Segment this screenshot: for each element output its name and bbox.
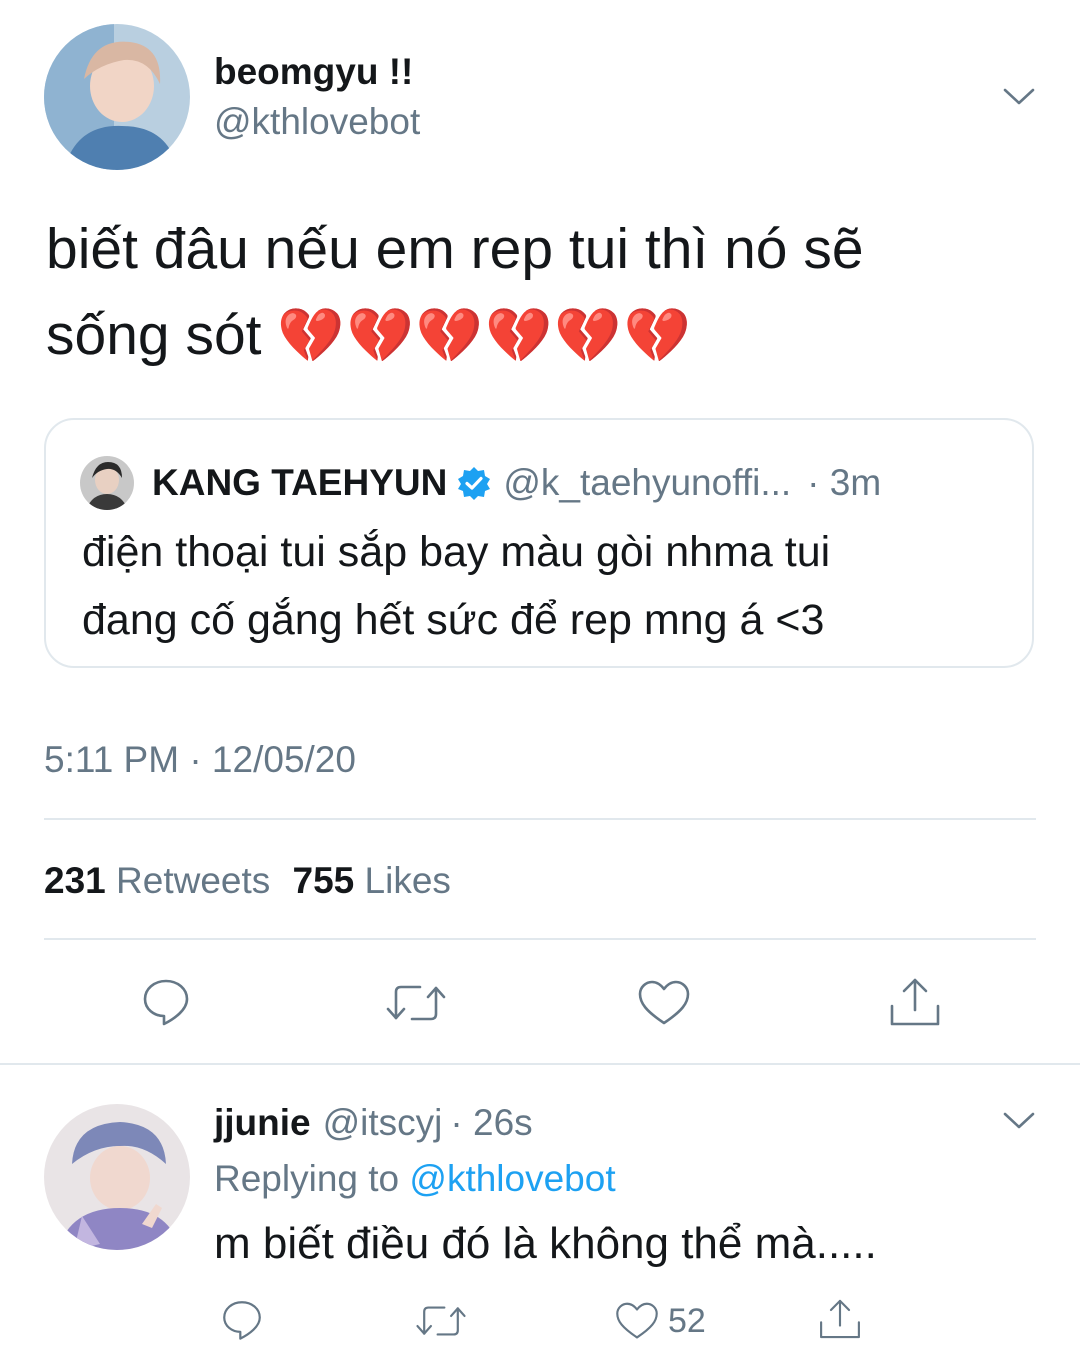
reply-time: · 26s [450, 1102, 533, 1143]
divider [44, 818, 1036, 820]
replying-to-label: Replying to [214, 1158, 400, 1199]
author-avatar[interactable] [44, 24, 190, 170]
comment-icon [143, 979, 189, 1026]
quoted-handle: @k_taehyunoffi... [503, 462, 792, 503]
share-icon [820, 1299, 860, 1339]
tweet-text-line-2-wrap: sống sót 💔💔💔💔💔💔 [46, 300, 693, 371]
reply-header: jjunie @itscyj · 26s [214, 1098, 533, 1148]
quoted-text-line-2: đang cố gắng hết sức để rep mng á <3 [82, 596, 825, 644]
retweets-label: Retweets [116, 860, 271, 901]
divider [0, 1063, 1080, 1065]
retweet-icon [416, 1306, 466, 1336]
likes-count: 755 [292, 860, 355, 901]
engagement-stats: 231 Retweets 755 Likes [44, 856, 451, 906]
likes-label: Likes [364, 860, 451, 901]
replying-to-handle-link[interactable]: @kthlovebot [409, 1158, 615, 1199]
author-display-name[interactable]: beomgyu !! [214, 50, 413, 94]
tweet-menu-chevron-down-icon[interactable] [1000, 82, 1038, 110]
reply-menu-chevron-down-icon[interactable] [1000, 1106, 1038, 1134]
like-button[interactable] [636, 978, 692, 1028]
retweets-stat[interactable]: 231 Retweets [44, 860, 281, 901]
reply-button[interactable] [140, 976, 192, 1028]
heart-icon [638, 980, 690, 1025]
reply-text: m biết điều đó là không thể mà..... [214, 1219, 877, 1268]
heart-icon [616, 1302, 658, 1339]
share-button[interactable] [886, 974, 944, 1030]
tweet-text-line-1: biết đâu nếu em rep tui thì nó sẽ [46, 217, 864, 281]
retweet-icon [386, 985, 446, 1021]
quoted-header: KANG TAEHYUN @k_taehyunoffi... · 3m [152, 458, 881, 508]
retweets-count: 231 [44, 860, 106, 901]
reply-display-name[interactable]: jjunie [214, 1102, 311, 1144]
tweet-text-line-2: sống sót [46, 303, 262, 367]
quoted-time: · 3m [807, 462, 882, 503]
reply-retweet-button[interactable] [414, 1300, 468, 1342]
likes-stat[interactable]: 755 Likes [293, 860, 451, 901]
quoted-display-name: KANG TAEHYUN [152, 462, 448, 503]
reply-like-button[interactable]: 52 [614, 1300, 706, 1342]
author-handle[interactable]: @kthlovebot [214, 100, 420, 144]
quoted-text-line-1: điện thoại tui sắp bay màu gòi nhma tui [82, 528, 831, 576]
replying-to: Replying to @kthlovebot [214, 1154, 616, 1204]
reply-likes-count: 52 [668, 1302, 706, 1340]
divider [44, 938, 1036, 940]
reply-author-avatar[interactable] [44, 1104, 190, 1250]
reply-share-button[interactable] [816, 1296, 864, 1342]
reply-handle[interactable]: @itscyj [323, 1102, 443, 1144]
reply-reply-button[interactable] [220, 1298, 264, 1342]
comment-icon [223, 1301, 261, 1340]
share-icon [890, 978, 940, 1026]
broken-heart-emoji: 💔💔💔💔💔💔 [277, 306, 693, 366]
retweet-button[interactable] [384, 978, 448, 1028]
quoted-author-avatar [80, 456, 134, 510]
tweet-timestamp[interactable]: 5:11 PM · 12/05/20 [44, 736, 356, 784]
verified-badge-icon [457, 466, 491, 500]
